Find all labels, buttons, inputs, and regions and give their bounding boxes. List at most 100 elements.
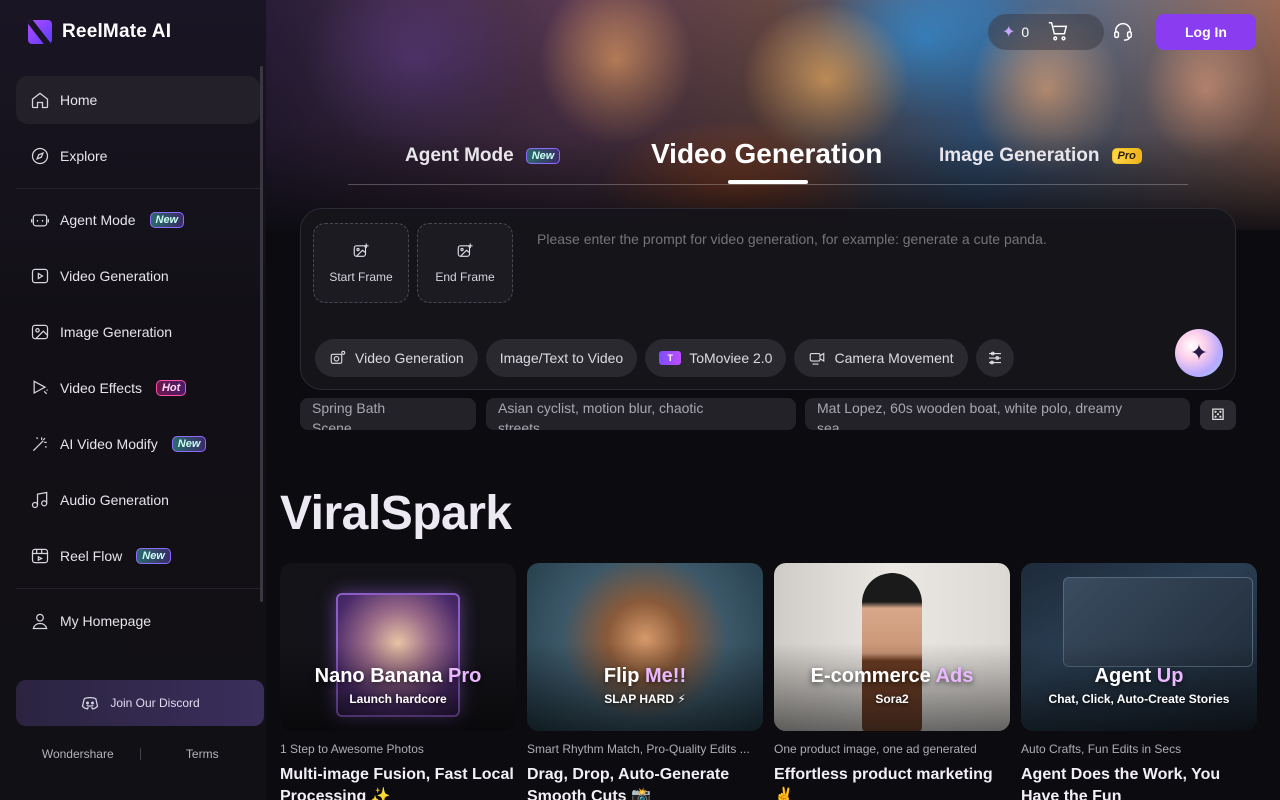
card-heading-text: Agent: [1094, 665, 1152, 687]
settings-button[interactable]: [975, 339, 1014, 377]
mode-label: Video Generation: [355, 350, 464, 366]
hot-badge: Hot: [155, 380, 187, 396]
terms-link[interactable]: Terms: [141, 747, 265, 761]
source-select[interactable]: Image/Text to Video: [485, 339, 638, 377]
feature-card[interactable]: Nano Banana Pro Launch hardcore: [280, 563, 516, 731]
start-frame-label: Start Frame: [329, 270, 393, 284]
sidebar-divider: [16, 188, 260, 189]
model-label: ToMoviee 2.0: [689, 350, 773, 366]
video-icon: [30, 266, 50, 286]
sidebar-item-label: AI Video Modify: [60, 436, 158, 452]
join-discord-button[interactable]: Join Our Discord: [16, 680, 264, 726]
camera-movement-icon: [810, 352, 825, 365]
suggestion-text: Asian cyclist, motion blur, chaotic: [498, 400, 704, 416]
card-title[interactable]: Multi-image Fusion, Fast Local Processin…: [280, 764, 520, 800]
login-button[interactable]: Log In: [1156, 14, 1256, 50]
camera-movement-select[interactable]: Camera Movement: [794, 339, 968, 377]
generate-button[interactable]: ✦: [1175, 329, 1223, 377]
card-caption: Auto Crafts, Fun Edits in Secs: [1021, 742, 1182, 756]
tab-video-generation[interactable]: Video Generation: [651, 138, 882, 170]
new-badge: New: [171, 436, 207, 452]
card-caption: 1 Step to Awesome Photos: [280, 742, 424, 756]
card-caption: One product image, one ad generated: [774, 742, 977, 756]
dice-icon: ⚄: [1211, 407, 1225, 424]
model-select[interactable]: T ToMoviee 2.0: [645, 339, 787, 377]
prompt-input[interactable]: [537, 231, 1157, 247]
sidebar-item-home[interactable]: Home: [16, 76, 260, 124]
feature-card[interactable]: Flip Me!! SLAP HARD ⚡: [527, 563, 763, 731]
credits-pill[interactable]: ✦ 0: [988, 14, 1104, 50]
sidebar-item-ai-video-modify[interactable]: AI Video Modify New: [16, 420, 260, 468]
sidebar-item-video-generation[interactable]: Video Generation: [16, 252, 260, 300]
card-heading: E-commerce Ads: [774, 665, 1010, 688]
feature-card[interactable]: Agent Up Chat, Click, Auto-Create Storie…: [1021, 563, 1257, 731]
image-icon: [30, 322, 50, 342]
end-frame-button[interactable]: End Frame: [417, 223, 513, 303]
card-title[interactable]: Effortless product marketing ✌️: [774, 764, 1014, 800]
card-subheading: Sora2: [875, 692, 909, 706]
sidebar-item-explore[interactable]: Explore: [16, 132, 260, 180]
new-badge: New: [136, 548, 171, 564]
camera-movement-label: Camera Movement: [834, 350, 954, 366]
suggestion-chip[interactable]: Spring Bath Scene: [300, 398, 476, 430]
card-title[interactable]: Drag, Drop, Auto-Generate Smooth Cuts 📸: [527, 764, 767, 800]
sidebar-item-audio-generation[interactable]: Audio Generation: [16, 476, 260, 524]
tab-agent-mode[interactable]: Agent Mode New: [405, 140, 561, 172]
sidebar-item-reel-flow[interactable]: Reel Flow New: [16, 532, 260, 580]
sidebar-item-my-homepage[interactable]: My Homepage: [16, 597, 260, 645]
mode-select[interactable]: Video Generation: [315, 339, 478, 377]
section-title: ViralSpark: [280, 487, 512, 540]
support-headset-icon[interactable]: [1112, 20, 1136, 44]
card-heading-highlight: Pro: [448, 665, 482, 687]
sidebar: ReelMate AI Home Explore Agent Mode New …: [0, 0, 266, 800]
sidebar-scrollbar[interactable]: [260, 66, 263, 602]
card-caption: Smart Rhythm Match, Pro-Quality Edits ..…: [527, 742, 750, 756]
sidebar-item-label: My Homepage: [60, 613, 152, 629]
sidebar-item-label: Agent Mode: [60, 212, 136, 228]
start-frame-button[interactable]: Start Frame: [313, 223, 409, 303]
credits-count: 0: [1021, 24, 1030, 40]
suggestion-text: Mat Lopez, 60s wooden boat, white polo, …: [817, 400, 1123, 416]
source-label: Image/Text to Video: [499, 350, 624, 366]
card-subheading: Launch hardcore: [349, 692, 447, 706]
app-logo[interactable]: ReelMate AI: [28, 20, 171, 44]
card-title[interactable]: Agent Does the Work, You Have the Fun: [1021, 764, 1261, 800]
app-name: ReelMate AI: [62, 21, 172, 42]
prompt-options: Video Generation Image/Text to Video T T…: [315, 339, 1014, 377]
wondershare-link[interactable]: Wondershare: [16, 747, 140, 761]
reel-flow-icon: [30, 546, 50, 566]
cart-icon[interactable]: [1047, 20, 1069, 45]
sidebar-item-image-generation[interactable]: Image Generation: [16, 308, 260, 356]
sidebar-footer: Wondershare Terms: [16, 740, 264, 768]
suggestion-text: sea.: [817, 420, 844, 430]
magic-wand-icon: [30, 434, 50, 454]
card-heading-text: Flip: [603, 665, 640, 687]
sidebar-divider: [16, 588, 260, 589]
tabs-divider: [348, 184, 1188, 185]
sidebar-item-agent-mode[interactable]: Agent Mode New: [16, 196, 260, 244]
sidebar-item-label: Explore: [60, 148, 108, 164]
card-subheading: Chat, Click, Auto-Create Stories: [1048, 692, 1230, 706]
random-dice-button[interactable]: ⚄: [1200, 400, 1236, 430]
feature-card[interactable]: E-commerce Ads Sora2: [774, 563, 1010, 731]
prompt-panel: Start Frame End Frame Video Generation I…: [300, 208, 1236, 390]
logo-icon: [28, 20, 52, 44]
new-badge: New: [525, 148, 561, 164]
sparkle-icon: ✦: [1002, 24, 1016, 41]
sparkle-icon: ✦: [1189, 340, 1209, 365]
add-image-icon: [353, 243, 369, 257]
tab-image-generation[interactable]: Image Generation Pro: [939, 140, 1142, 172]
card-heading-highlight: Me!!: [645, 665, 687, 687]
camera-icon: [330, 350, 346, 364]
tab-label: Image Generation: [939, 145, 1100, 166]
tab-label: Video Generation: [651, 138, 883, 169]
discord-icon: [82, 696, 99, 710]
effects-icon: [30, 378, 50, 398]
tomoviee-logo-icon: T: [659, 351, 682, 365]
agent-icon: [30, 210, 50, 230]
active-tab-indicator: [728, 180, 808, 184]
suggestion-chip[interactable]: Asian cyclist, motion blur, chaotic stre…: [486, 398, 796, 430]
suggestion-chip[interactable]: Mat Lopez, 60s wooden boat, white polo, …: [805, 398, 1190, 430]
sidebar-item-label: Home: [60, 92, 98, 108]
sidebar-item-video-effects[interactable]: Video Effects Hot: [16, 364, 260, 412]
